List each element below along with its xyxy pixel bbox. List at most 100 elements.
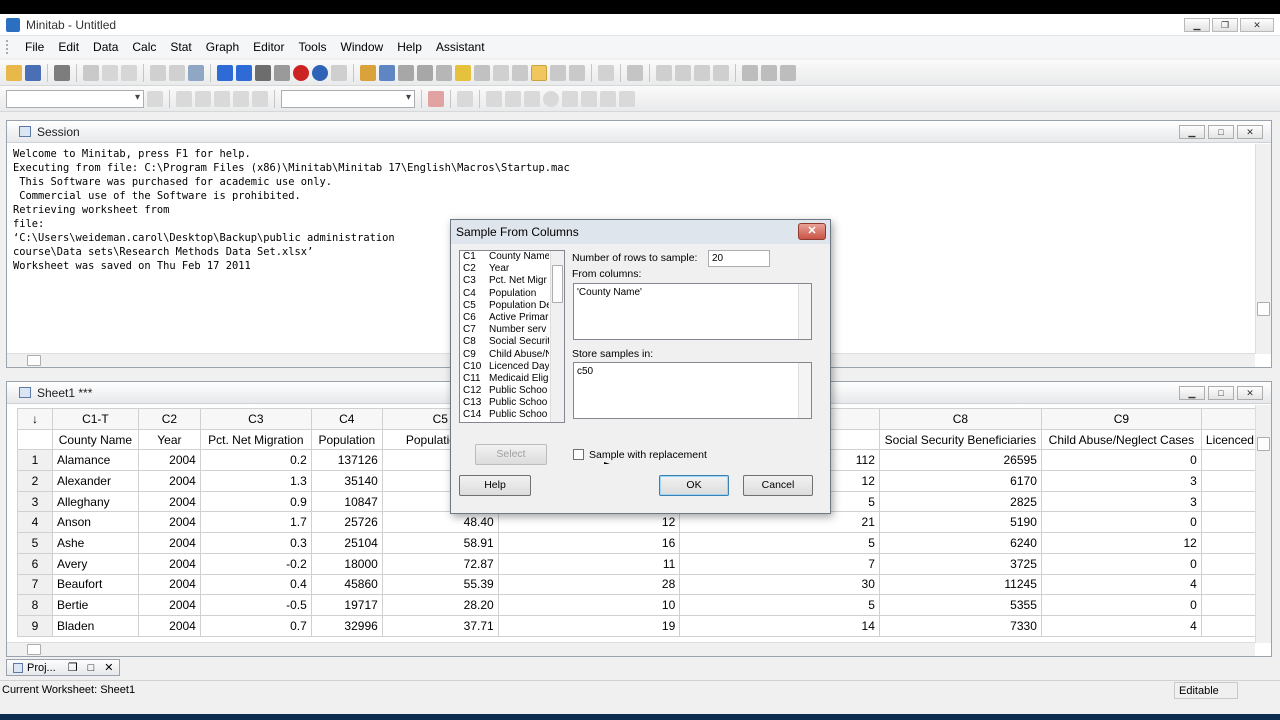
- worksheet-close-button[interactable]: ✕: [1237, 386, 1263, 400]
- find-icon[interactable]: [255, 64, 271, 81]
- info-icon[interactable]: [417, 64, 433, 81]
- store-samples-scrollbar[interactable]: [798, 363, 811, 418]
- data-cell[interactable]: 0: [1040, 449, 1202, 472]
- data-cell[interactable]: 10: [497, 594, 681, 616]
- insert-columns-icon[interactable]: [694, 64, 710, 81]
- data-cell[interactable]: 2004: [137, 449, 201, 472]
- data-cell[interactable]: 25104: [310, 532, 383, 554]
- store-samples-field[interactable]: c50: [573, 362, 812, 419]
- brush-tool-icon[interactable]: [195, 90, 211, 107]
- worksheet-maximize-button[interactable]: □: [1208, 386, 1234, 400]
- list-item[interactable]: C1 County Name: [460, 251, 564, 263]
- worksheet-minimize-button[interactable]: ▁: [1179, 386, 1205, 400]
- data-cell[interactable]: 58.91: [381, 532, 499, 554]
- row-number[interactable]: 4: [17, 511, 53, 534]
- sample-with-replacement-checkbox[interactable]: [573, 449, 584, 460]
- column-list-scroll-thumb[interactable]: [552, 265, 563, 303]
- cascade-icon[interactable]: [598, 64, 614, 81]
- graph-element-select[interactable]: [6, 89, 144, 108]
- data-cell[interactable]: 45860: [310, 573, 383, 596]
- menu-assistant[interactable]: Assistant: [429, 40, 492, 54]
- data-cell[interactable]: 5: [679, 594, 880, 616]
- dialog-close-icon[interactable]: ✕: [798, 223, 826, 240]
- project-manager-tab[interactable]: Proj... ❐ □ ✕: [6, 659, 121, 676]
- ok-button[interactable]: OK: [659, 475, 729, 496]
- data-cell[interactable]: 0: [1040, 594, 1202, 616]
- session-maximize-button[interactable]: □: [1208, 125, 1234, 139]
- worksheet-vertical-scrollbar[interactable]: [1255, 405, 1271, 643]
- restore-icon[interactable]: ❐: [68, 661, 78, 674]
- row-number[interactable]: 9: [17, 614, 53, 637]
- eraser-icon[interactable]: [780, 64, 796, 81]
- data-cell[interactable]: -0.2: [199, 552, 312, 575]
- data-cell[interactable]: 72.87: [381, 552, 499, 575]
- show-session-folder-icon[interactable]: [531, 64, 547, 81]
- insert-cells-icon[interactable]: [656, 64, 672, 81]
- column-name-cell[interactable]: Child Abuse/Neglect Cases: [1040, 428, 1202, 451]
- list-item[interactable]: C9 Child Abuse/N: [460, 349, 564, 361]
- list-item[interactable]: C6 Active Primar: [460, 312, 564, 324]
- column-name-cell[interactable]: Pct. Net Migration: [199, 428, 312, 451]
- data-cell[interactable]: 35140: [310, 470, 383, 492]
- select-button[interactable]: Select: [475, 444, 547, 465]
- column-name-cell[interactable]: County Name: [51, 428, 139, 451]
- split-icon[interactable]: [569, 64, 585, 81]
- polyline-tool-icon[interactable]: [600, 90, 616, 107]
- undo-icon[interactable]: [150, 64, 166, 81]
- data-cell[interactable]: 26595: [878, 449, 1042, 472]
- new-graph-icon[interactable]: [493, 64, 509, 81]
- row-number[interactable]: 8: [17, 594, 53, 616]
- paste-icon[interactable]: [121, 64, 137, 81]
- data-cell[interactable]: 32996: [310, 614, 383, 637]
- data-direction-arrow-icon[interactable]: ↓: [17, 408, 53, 430]
- session-vertical-scrollbar[interactable]: [1255, 144, 1271, 354]
- session-vscroll-thumb[interactable]: [1257, 302, 1270, 316]
- data-cell[interactable]: Bladen: [51, 614, 139, 637]
- list-item[interactable]: C5 Population De: [460, 300, 564, 312]
- data-cell[interactable]: -0.5: [199, 594, 312, 616]
- zoom-icon[interactable]: [457, 90, 473, 107]
- session-close-button[interactable]: ✕: [1237, 125, 1263, 139]
- list-item[interactable]: C12 Public Schoo: [460, 385, 564, 397]
- row-number[interactable]: 2: [17, 470, 53, 492]
- column-id-cell[interactable]: C8: [878, 408, 1042, 430]
- list-item[interactable]: C11 Medicaid Elig: [460, 373, 564, 385]
- data-cell[interactable]: 2004: [137, 490, 201, 513]
- column-id-cell[interactable]: C1-T: [51, 408, 139, 430]
- data-cell[interactable]: Bertie: [51, 594, 139, 616]
- move-columns-icon[interactable]: [713, 64, 729, 81]
- select-arrow-icon[interactable]: [176, 90, 192, 107]
- data-cell[interactable]: 7330: [878, 614, 1042, 637]
- graph-window-icon[interactable]: [398, 64, 414, 81]
- column-list[interactable]: C1 County Name C2 Year C3 Pct. Net Migr C4 Popu…: [459, 250, 565, 423]
- tile-icon[interactable]: [550, 64, 566, 81]
- data-cell[interactable]: 0.3: [199, 532, 312, 554]
- data-cell[interactable]: 7: [679, 552, 880, 575]
- data-cell[interactable]: Anson: [51, 511, 139, 534]
- list-item[interactable]: C7 Number serv: [460, 324, 564, 336]
- data-cell[interactable]: 11: [497, 552, 681, 575]
- data-cell[interactable]: 137126: [310, 449, 383, 472]
- help-icon[interactable]: [312, 64, 328, 81]
- data-cell[interactable]: 2004: [137, 470, 201, 492]
- data-cell[interactable]: 2004: [137, 552, 201, 575]
- column-id-cell[interactable]: C2: [137, 408, 201, 430]
- maximize-icon[interactable]: □: [88, 662, 95, 674]
- list-item[interactable]: C13 Public Schoo: [460, 397, 564, 409]
- history-icon[interactable]: [436, 64, 452, 81]
- data-cell[interactable]: 2004: [137, 614, 201, 637]
- column-name-cell[interactable]: Social Security Beneficiaries: [878, 428, 1042, 451]
- edit-last-dialog-icon[interactable]: [188, 64, 204, 81]
- data-cell[interactable]: 2004: [137, 594, 201, 616]
- data-cell[interactable]: 28.20: [381, 594, 499, 616]
- minimize-button[interactable]: ▁: [1184, 18, 1210, 32]
- list-item[interactable]: C3 Pct. Net Migr: [460, 275, 564, 287]
- help-button[interactable]: Help: [459, 475, 531, 496]
- close-button[interactable]: ✕: [1240, 18, 1274, 32]
- data-cell[interactable]: 3: [1040, 470, 1202, 492]
- related-documents-icon[interactable]: [474, 64, 490, 81]
- brush-icon[interactable]: [742, 64, 758, 81]
- close-icon[interactable]: ✕: [104, 661, 113, 674]
- data-cell[interactable]: 4: [1040, 573, 1202, 596]
- data-cell[interactable]: 0.4: [199, 573, 312, 596]
